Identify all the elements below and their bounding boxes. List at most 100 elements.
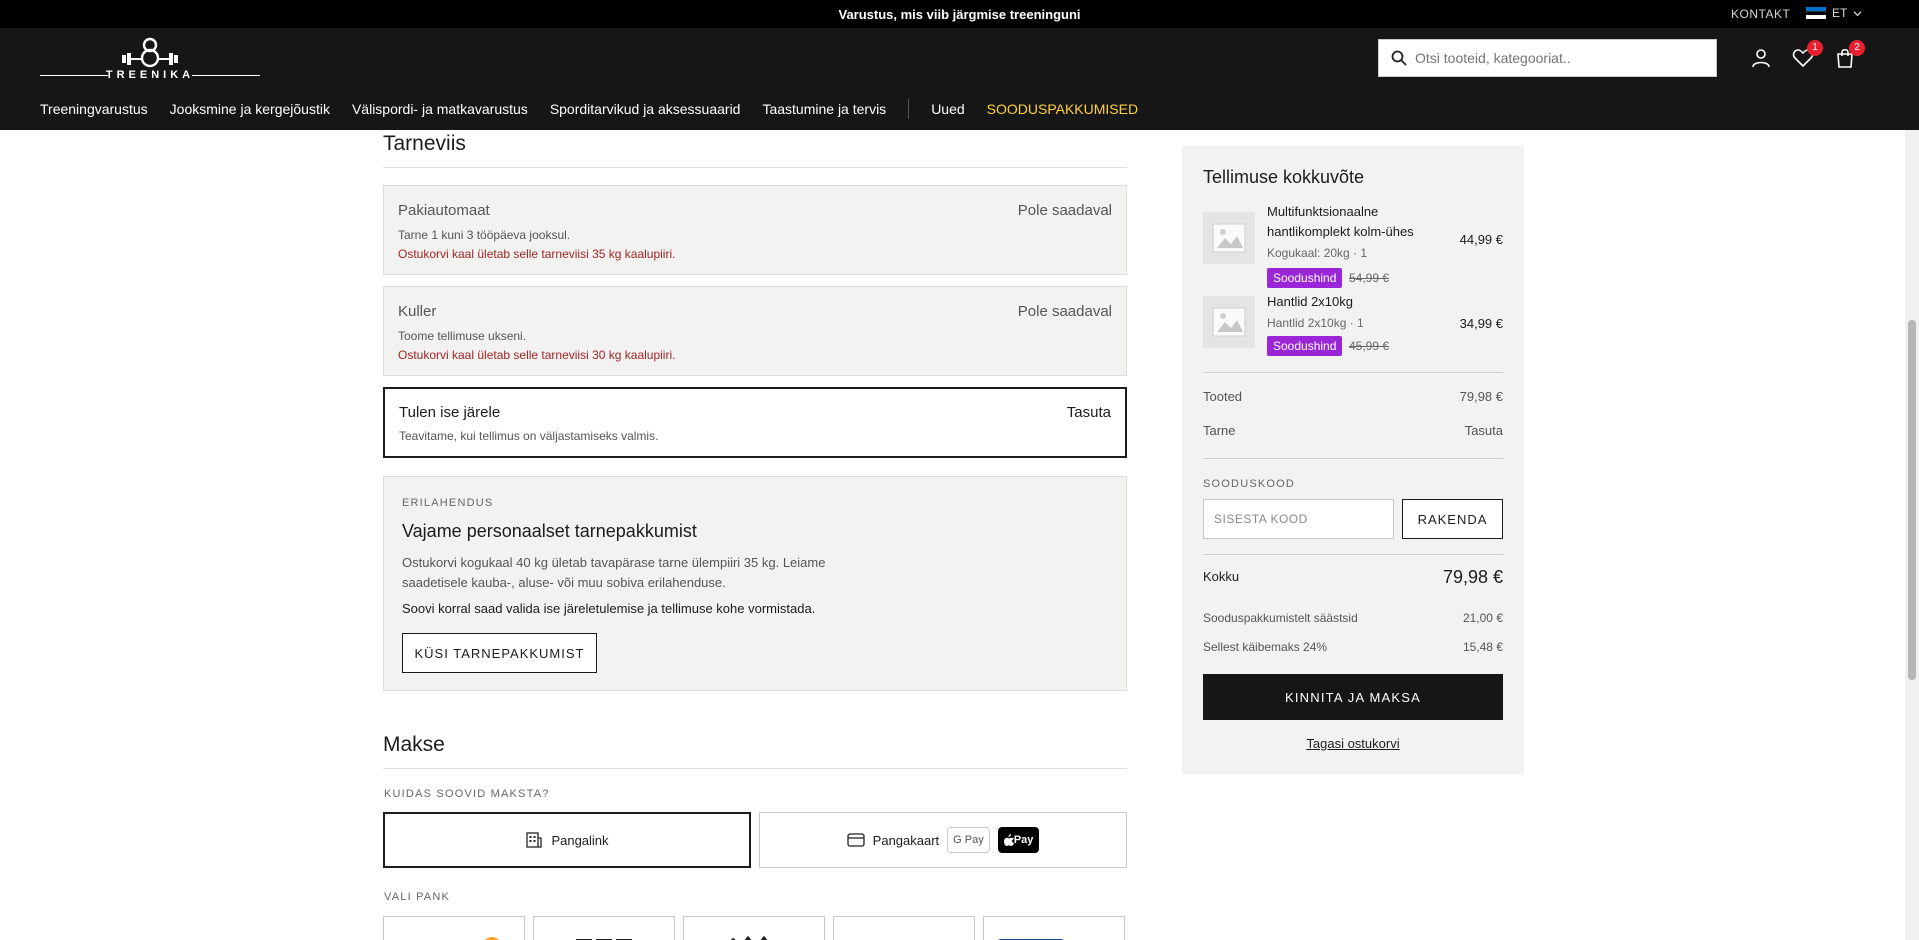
products-label: Tooted [1203,389,1243,404]
nav-item-uued[interactable]: Uued [931,101,964,117]
wishlist-button[interactable]: 1 [1792,40,1823,69]
wishlist-count-badge: 1 [1807,40,1823,56]
delivery-option-courier[interactable]: Kuller Pole saadaval Toome tellimuse uks… [383,286,1127,376]
nav-item-taastumine[interactable]: Taastumine ja tervis [762,101,886,117]
product-image-placeholder-icon [1212,223,1246,253]
delivery-option-desc: Teavitame, kui tellimus on väljastamisek… [399,429,659,443]
contact-link[interactable]: KONTAKT [1731,7,1790,21]
vat-value: 15,48 € [1462,640,1503,654]
language-code: ET [1832,6,1848,20]
apply-code-button[interactable]: RAKENDA [1402,499,1503,539]
language-selector[interactable]: ET [1806,6,1862,20]
google-pay-icon: G Pay [947,827,990,853]
divider [383,768,1127,769]
old-price: 54,99 € [1349,271,1390,285]
delivery-option-name: Kuller [398,303,437,320]
search-icon [1391,50,1407,66]
top-announcement-bar: Varustus, mis viib järgmise treeninguni … [0,0,1919,28]
savings-label: Sooduspakkumistelt säästsid [1203,611,1358,625]
payment-question: KUIDAS SOOVID MAKSTA? [384,788,550,800]
main-navigation: Treeningvarustus Jooksmine ja kergejõust… [0,88,1919,130]
order-summary-panel: Tellimuse kokkuvõte Multifunktsionaalne … [1182,146,1524,774]
chevron-down-icon [1853,10,1862,16]
sale-tag: Soodushind [1267,268,1343,288]
nav-item-valispordi[interactable]: Välispordi- ja matkavarustus [352,101,528,117]
divider [1203,372,1503,373]
promo-text: Varustus, mis viib järgmise treeninguni [838,7,1081,22]
discount-code-label: SOODUSKOOD [1203,478,1296,490]
treenika-logo[interactable]: TREENIKA [40,36,260,82]
discount-code-input[interactable] [1203,499,1394,539]
special-body: Ostukorvi kogukaal 40 kg ületab tavapära… [402,555,826,590]
swedbank-logo-icon [484,937,500,940]
bank-option-coop[interactable] [983,916,1125,940]
user-icon [1752,49,1770,68]
page-scrollbar[interactable] [1905,130,1919,940]
delivery-option-warning: Ostukorvi kaal ületab selle tarneviisi 3… [398,348,676,362]
nav-separator [908,99,910,119]
bank-option-luminor[interactable] [833,916,975,940]
apple-pay-icon: Pay [997,827,1040,853]
vat-row: Sellest käibemaks 24% 15,48 € [1203,640,1503,654]
products-value: 79,98 € [1459,389,1503,404]
payment-section-title: Makse [383,733,445,756]
delivery-option-warning: Ostukorvi kaal ületab selle tarneviisi 3… [398,247,676,261]
special-kicker: ERILAHENDUS [402,497,494,509]
delivery-option-price: Pole saadaval [1017,303,1112,320]
payment-method-bank-link[interactable]: Pangalink [383,812,751,868]
nav-item-treeningvarustus[interactable]: Treeningvarustus [40,101,148,117]
total-label: Kokku [1203,569,1240,584]
delivery-option-parcel-locker[interactable]: Pakiautomaat Pole saadaval Tarne 1 kuni … [383,185,1127,275]
delivery-option-pickup[interactable]: Tulen ise järele Tasuta Teavitame, kui t… [383,387,1127,458]
divider [383,167,1127,168]
special-delivery-panel: ERILAHENDUS Vajame personaalset tarnepak… [383,476,1127,691]
bank-option-lhv[interactable] [683,916,825,940]
delivery-option-desc: Toome tellimuse ukseni. [398,329,527,343]
savings-row: Sooduspakkumistelt säästsid 21,00 € [1203,611,1503,625]
payment-method-card[interactable]: Pangakaart G Pay Pay [759,812,1127,868]
nav-item-sooduspakkumised[interactable]: SOODUSPAKKUMISED [987,101,1138,117]
grand-total-row: Kokku 79,98 € [1203,567,1503,587]
vat-label: Sellest käibemaks 24% [1203,640,1328,654]
search-box[interactable] [1378,39,1717,77]
confirm-and-pay-button[interactable]: KINNITA JA MAKSA [1203,674,1503,720]
search-input[interactable] [1415,50,1695,66]
product-thumbnail [1203,212,1255,264]
special-note: Soovi korral saad valida ise järeletulem… [402,601,816,616]
credit-card-icon [847,833,865,847]
apple-icon [1003,834,1014,846]
delivery-option-name: Pakiautomaat [398,202,490,219]
product-name: Hantlid 2x10kg [1267,294,1353,309]
delivery-option-name: Tulen ise järele [399,404,501,421]
scrollbar-thumb[interactable] [1908,320,1916,680]
delivery-section-title: Tarneviis [383,132,466,155]
product-meta: Hantlid 2x10kg · 1 [1267,316,1364,330]
request-delivery-quote-button[interactable]: KÜSI TARNEPAKKUMIST [402,633,597,673]
logo-line-right [192,75,260,76]
back-to-cart-link[interactable]: Tagasi ostukorvi [1182,736,1524,751]
product-name: Multifunktsionaalne hantlikomplekt kolm-… [1267,204,1414,239]
cart-button[interactable]: 2 [1834,40,1865,69]
sale-tag: Soodushind [1267,336,1343,356]
product-price: 34,99 € [1459,316,1503,331]
summary-item: Multifunktsionaalne hantlikomplekt kolm-… [1203,202,1503,288]
bank-option-seb[interactable] [533,916,675,940]
product-image-placeholder-icon [1212,307,1246,337]
delivery-option-desc: Tarne 1 kuni 3 tööpäeva jooksul. [398,228,571,242]
summary-item: Hantlid 2x10kg Hantlid 2x10kg · 1 34,99 … [1203,294,1503,366]
bank-option-swedbank[interactable] [383,916,525,940]
kettlebell-logo-icon [122,37,178,68]
account-button[interactable] [1750,47,1772,69]
old-price: 45,99 € [1349,339,1390,353]
site-header: TREENIKA 1 2 [0,28,1919,88]
summary-title: Tellimuse kokkuvõte [1203,167,1365,187]
nav-item-jooksmine[interactable]: Jooksmine ja kergejõustik [170,101,330,117]
nav-item-sporditarvikud[interactable]: Sporditarvikud ja aksessuaarid [550,101,741,117]
product-thumbnail [1203,296,1255,348]
products-total-row: Tooted 79,98 € [1203,389,1503,404]
payment-method-label: Pangakaart [872,832,940,848]
cart-count-badge: 2 [1849,40,1865,56]
product-meta: Kogukaal: 20kg · 1 [1267,246,1368,260]
luminor-logo-icon [834,917,974,940]
total-value: 79,98 € [1442,567,1503,587]
